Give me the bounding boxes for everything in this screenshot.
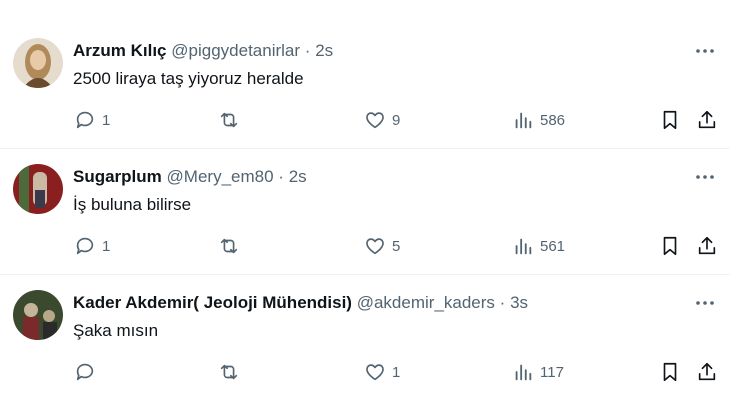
- retweet-button[interactable]: [218, 360, 246, 384]
- bookmark-button[interactable]: [659, 108, 681, 132]
- views-button[interactable]: 561: [512, 234, 565, 258]
- share-icon: [696, 361, 718, 383]
- bookmark-icon: [659, 109, 681, 131]
- author-name[interactable]: Arzum Kılıç: [73, 41, 167, 60]
- like-button[interactable]: 5: [364, 234, 400, 258]
- author-handle[interactable]: @piggydetanirlar: [171, 41, 300, 60]
- views-count: 561: [540, 237, 566, 255]
- tweet-actions: 1 117: [0, 360, 730, 384]
- like-count: 5: [392, 237, 401, 255]
- heart-icon: [364, 235, 386, 257]
- tweet[interactable]: Arzum Kılıç @piggydetanirlar · 2s 2500 l…: [0, 22, 730, 148]
- separator-dot: ·: [499, 293, 506, 312]
- views-count: 117: [540, 363, 564, 381]
- share-button[interactable]: [696, 360, 718, 384]
- avatar[interactable]: [13, 38, 63, 88]
- bookmark-icon: [659, 235, 681, 257]
- share-button[interactable]: [696, 234, 718, 258]
- reply-button[interactable]: 1: [74, 234, 110, 258]
- tweet-actions: 1 9 586: [0, 108, 730, 132]
- tweet-actions: 1 5 561: [0, 234, 730, 258]
- more-icon[interactable]: [694, 40, 716, 62]
- bookmark-button[interactable]: [659, 360, 681, 384]
- tweet-header: Kader Akdemir( Jeoloji Mühendisi) @akdem…: [73, 292, 528, 314]
- reply-count: 1: [102, 237, 111, 255]
- like-count: 9: [392, 111, 401, 129]
- reply-icon: [74, 109, 96, 131]
- like-button[interactable]: 1: [364, 360, 400, 384]
- reply-count: 1: [102, 111, 111, 129]
- tweet-text: İş buluna bilirse: [73, 195, 192, 214]
- timestamp[interactable]: 2s: [315, 41, 333, 60]
- views-button[interactable]: 586: [512, 108, 565, 132]
- retweet-icon: [218, 235, 240, 257]
- avatar[interactable]: [13, 290, 63, 340]
- heart-icon: [364, 109, 386, 131]
- like-button[interactable]: 9: [364, 108, 400, 132]
- tweet-feed: Arzum Kılıç @piggydetanirlar · 2s 2500 l…: [0, 0, 730, 420]
- reply-icon: [74, 361, 96, 383]
- tweet[interactable]: Sugarplum @Mery_em80 · 2s İş buluna bili…: [0, 148, 730, 274]
- author-name[interactable]: Sugarplum: [73, 167, 162, 186]
- retweet-button[interactable]: [218, 234, 246, 258]
- share-button[interactable]: [696, 108, 718, 132]
- tweet[interactable]: Kader Akdemir( Jeoloji Mühendisi) @akdem…: [0, 274, 730, 420]
- share-icon: [696, 109, 718, 131]
- reply-icon: [74, 235, 96, 257]
- views-count: 586: [540, 111, 566, 129]
- views-icon: [512, 109, 534, 131]
- like-count: 1: [392, 363, 401, 381]
- retweet-icon: [218, 109, 240, 131]
- tweet-header: Sugarplum @Mery_em80 · 2s: [73, 166, 307, 188]
- author-handle[interactable]: @akdemir_kaders: [357, 293, 495, 312]
- separator-dot: ·: [304, 41, 311, 60]
- reply-button[interactable]: [74, 360, 102, 384]
- retweet-icon: [218, 361, 240, 383]
- timestamp[interactable]: 3s: [510, 293, 528, 312]
- tweet-text: 2500 liraya taş yiyoruz heralde: [73, 69, 304, 88]
- views-button[interactable]: 117: [512, 360, 564, 384]
- timestamp[interactable]: 2s: [289, 167, 307, 186]
- author-name[interactable]: Kader Akdemir( Jeoloji Mühendisi): [73, 293, 352, 312]
- author-handle[interactable]: @Mery_em80: [167, 167, 274, 186]
- bookmark-button[interactable]: [659, 234, 681, 258]
- reply-button[interactable]: 1: [74, 108, 110, 132]
- views-icon: [512, 235, 534, 257]
- share-icon: [696, 235, 718, 257]
- heart-icon: [364, 361, 386, 383]
- tweet-text: Şaka mısın: [73, 321, 159, 340]
- retweet-button[interactable]: [218, 108, 246, 132]
- more-icon[interactable]: [694, 166, 716, 188]
- tweet-header: Arzum Kılıç @piggydetanirlar · 2s: [73, 40, 333, 62]
- views-icon: [512, 361, 534, 383]
- avatar[interactable]: [13, 164, 63, 214]
- more-icon[interactable]: [694, 292, 716, 314]
- bookmark-icon: [659, 361, 681, 383]
- separator-dot: ·: [278, 167, 284, 186]
